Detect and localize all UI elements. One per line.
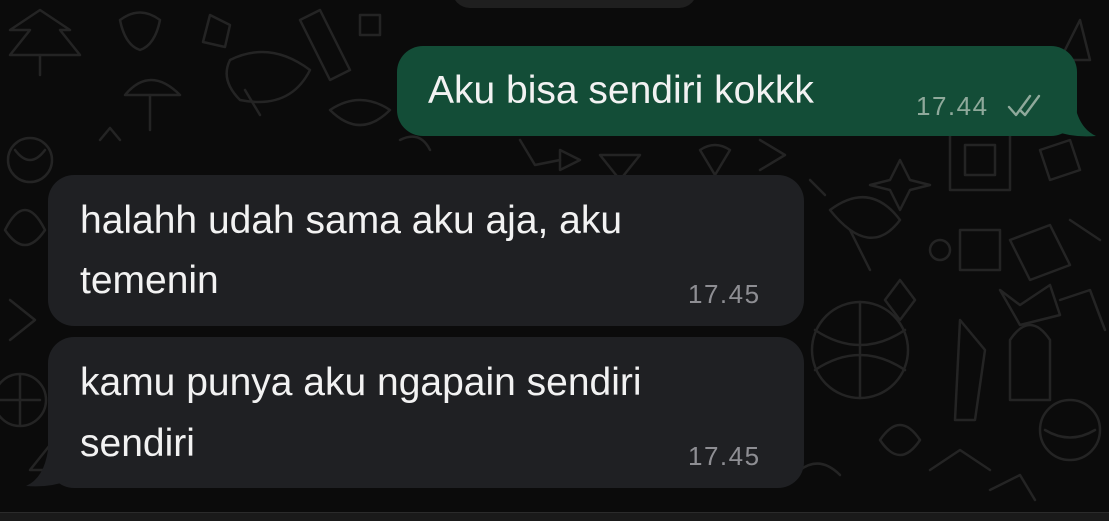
outgoing-message-bubble[interactable]: Aku bisa sendiri kokkk 17.44 — [397, 46, 1077, 136]
outgoing-bubble-tail — [1052, 100, 1096, 137]
previous-message-bubble-edge — [452, 0, 697, 8]
message-text-line: halahh udah sama aku aja, aku — [80, 199, 623, 242]
message-text-line: temenin — [80, 259, 219, 302]
message-time: 17.45 — [688, 441, 761, 471]
double-check-icon — [1007, 94, 1041, 117]
incoming-message-bubble[interactable]: halahh udah sama aku aja, aku temenin 17… — [48, 175, 804, 326]
message-text-line: sendiri — [80, 422, 195, 465]
message-time: 17.45 — [688, 279, 761, 309]
message-text: Aku bisa sendiri kokkk — [428, 69, 814, 112]
incoming-message-bubble[interactable]: kamu punya aku ngapain sendiri sendiri 1… — [48, 337, 804, 488]
message-text-line: kamu punya aku ngapain sendiri — [80, 361, 642, 404]
message-time: 17.44 — [916, 91, 989, 121]
incoming-bubble-tail — [26, 450, 70, 487]
chat-conversation[interactable]: Aku bisa sendiri kokkk 17.44 halahh udah… — [0, 0, 1109, 512]
